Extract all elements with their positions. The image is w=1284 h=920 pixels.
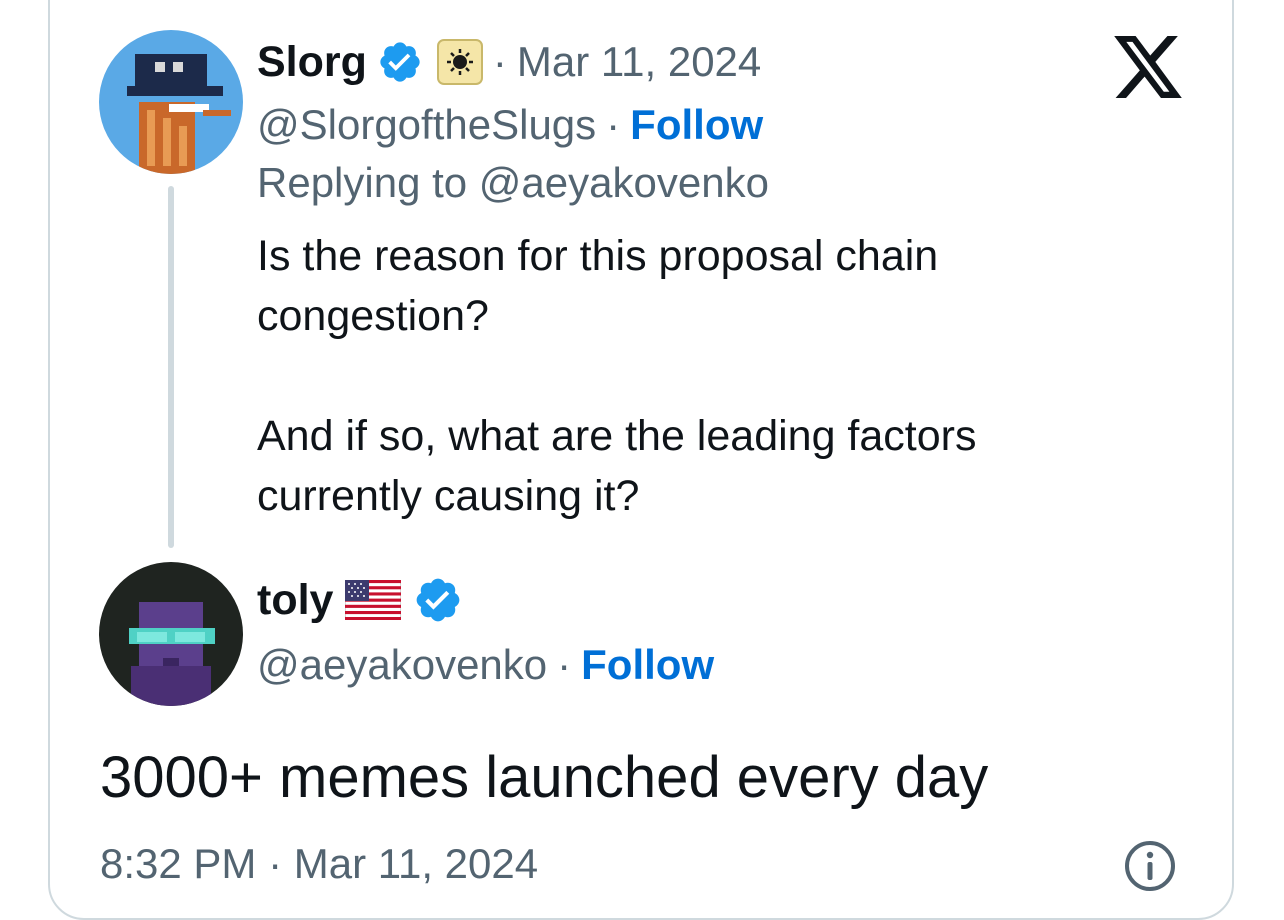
main-handle[interactable]: @aeyakovenko bbox=[257, 641, 547, 689]
reply-text-line-4: currently causing it? bbox=[257, 472, 640, 520]
affiliate-badge-icon[interactable] bbox=[436, 39, 483, 85]
separator-dot: · bbox=[606, 101, 621, 148]
follow-button[interactable]: Follow bbox=[630, 101, 763, 149]
main-handle-row: @aeyakovenko · Follow bbox=[257, 638, 714, 692]
replying-to-row: Replying to @aeyakovenko bbox=[257, 156, 769, 210]
info-icon[interactable] bbox=[1124, 840, 1176, 892]
follow-button[interactable]: Follow bbox=[581, 641, 714, 689]
reply-header: Slorg · Mar 11, 2024 bbox=[257, 34, 761, 90]
us-flag-icon bbox=[345, 580, 402, 620]
avatar-slorg[interactable] bbox=[99, 30, 243, 174]
reply-handle-row: @SlorgoftheSlugs · Follow bbox=[257, 98, 763, 152]
reply-text-line-3: And if so, what are the leading factors bbox=[257, 412, 977, 460]
verified-badge-icon bbox=[417, 578, 460, 622]
reply-handle[interactable]: @SlorgoftheSlugs bbox=[257, 101, 596, 149]
separator-dot: · bbox=[557, 641, 572, 688]
separator-dot: · bbox=[492, 38, 507, 85]
reply-display-name[interactable]: Slorg bbox=[257, 38, 367, 87]
main-display-name[interactable]: toly bbox=[257, 576, 333, 625]
thread-connector bbox=[168, 186, 174, 548]
tweet-timestamp[interactable]: 8:32 PM · Mar 11, 2024 bbox=[100, 840, 538, 888]
reply-date[interactable]: Mar 11, 2024 bbox=[517, 38, 761, 86]
main-header: toly bbox=[257, 572, 463, 628]
verified-badge-icon bbox=[380, 42, 420, 82]
replying-to-label[interactable]: Replying to @aeyakovenko bbox=[257, 159, 769, 207]
main-tweet-text: 3000+ memes launched every day bbox=[100, 745, 989, 810]
avatar-toly[interactable] bbox=[99, 562, 243, 706]
reply-text-line-1: Is the reason for this proposal chain bbox=[257, 232, 939, 280]
reply-text-line-2: congestion? bbox=[257, 292, 489, 340]
x-logo-icon[interactable] bbox=[1114, 36, 1182, 98]
